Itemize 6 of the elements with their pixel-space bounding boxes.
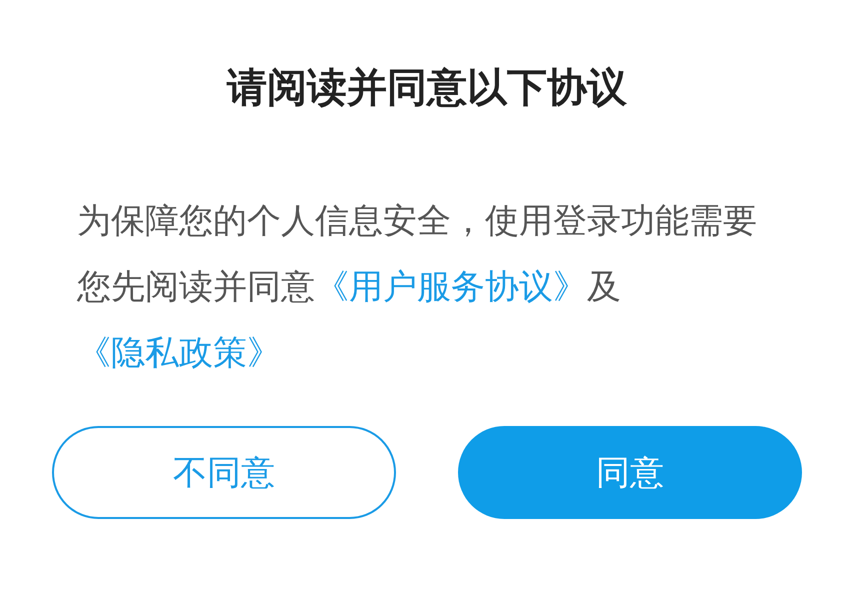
agreement-link[interactable]: 《隐私政策》 [77,333,281,373]
agreement-message: 为保障您的个人信息安全，使用登录功能需要您先阅读并同意《用户服务协议》及 《隐私政策》 [77,200,758,375]
agree-button[interactable]: 同意 [458,426,802,519]
dialog-title: 请阅读并同意以下协议 [227,64,627,113]
disagree-button[interactable]: 不同意 [52,426,396,519]
agreement-link[interactable]: 《用户服务协议》 [315,267,587,307]
